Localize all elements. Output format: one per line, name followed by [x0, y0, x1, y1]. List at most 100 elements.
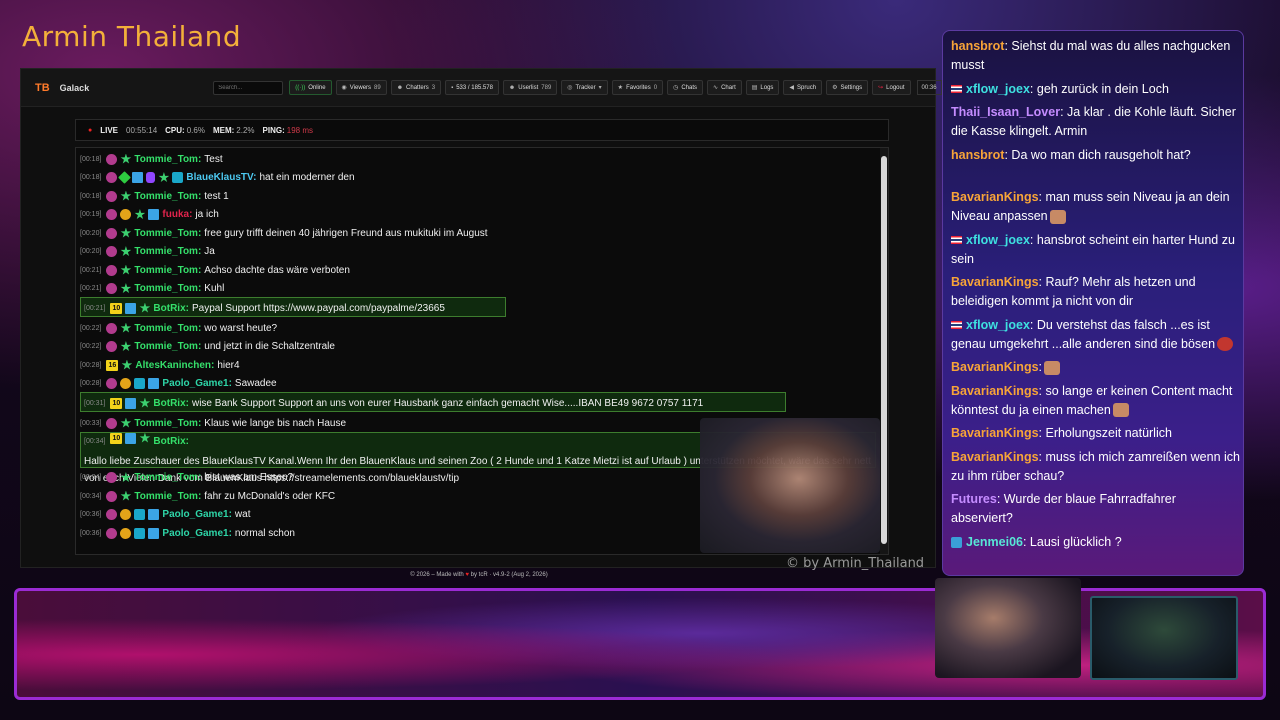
- chat-message[interactable]: [00:36] Paolo_Game1: normal schon: [80, 524, 295, 542]
- chat-message[interactable]: [00:22] Tommie_Tom: wo warst heute?: [80, 319, 277, 337]
- pink-badge-icon: [106, 209, 118, 220]
- purple-badge-icon: [146, 172, 156, 183]
- nav-tracker-button[interactable]: ◎ Tracker ▾: [561, 80, 608, 95]
- gold-badge-icon: [120, 509, 132, 520]
- message-text: Ja: [204, 246, 215, 257]
- chat-message[interactable]: [00:18] Tommie_Tom: test 1: [80, 187, 229, 205]
- angry-emote-icon: [1217, 337, 1234, 352]
- chat-message[interactable]: [00:34] Tommie_Tom: fahr zu McDonald's ode…: [80, 487, 335, 505]
- nav-chatters-button[interactable]: ☻ Chatters 3: [390, 80, 442, 95]
- overlay-chat-message: xflow_joex: hansbrot scheint ein harter …: [951, 231, 1241, 269]
- message-username[interactable]: Paolo_Game1:: [162, 528, 231, 539]
- star-badge-icon: [120, 246, 132, 257]
- nav-count: 89: [374, 84, 381, 91]
- nav-favorites-button[interactable]: ★ Favorites 0: [611, 80, 664, 95]
- chat-message[interactable]: [00:31] 10 BotRix: wise Bank Support Suppor…: [84, 394, 703, 412]
- chat-scrollbar[interactable]: [880, 148, 888, 554]
- pink-badge-icon: [106, 190, 118, 202]
- overlay-chat-message: hansbrot: Da wo man dich rausgeholt hat?: [951, 146, 1241, 165]
- message-timestamp: [00:34]: [80, 492, 102, 500]
- nav-online-button[interactable]: ((·)) Online: [289, 80, 332, 95]
- overlay-message-text: : Da wo man dich rausgeholt hat?: [1004, 147, 1191, 162]
- chat-message[interactable]: [00:28] Paolo_Game1: Sawadee: [80, 375, 277, 393]
- message-timestamp: [00:19]: [80, 211, 102, 218]
- message-username[interactable]: Tommie_Tom:: [134, 472, 201, 483]
- nav-settings-button[interactable]: ⚙ Settings: [826, 80, 869, 95]
- message-timestamp: [00:28]: [80, 380, 102, 387]
- message-timestamp: [00:36]: [80, 529, 102, 537]
- search-input[interactable]: [213, 80, 284, 95]
- online-icon: ((·)): [295, 84, 306, 91]
- nav-chats-button[interactable]: ◷ Chats: [667, 80, 704, 95]
- overlay-username: hansbrot: [951, 39, 1005, 53]
- message-text: Sawadee: [234, 378, 277, 389]
- face-emote-icon: [1112, 403, 1129, 418]
- message-username[interactable]: Tommie_Tom:: [134, 491, 201, 502]
- message-username[interactable]: Paolo_Game1:: [162, 378, 231, 389]
- message-timestamp: [00:18]: [80, 174, 102, 181]
- nav-userlist-button[interactable]: ☻ Userlist 789: [502, 80, 558, 95]
- chat-message[interactable]: [00:18] BlaueKlausTV: hat ein moderner den: [80, 169, 355, 187]
- message-username[interactable]: Paolo_Game1:: [162, 509, 231, 520]
- sq-badge-icon: [148, 209, 160, 220]
- nav-logout-button[interactable]: ↪ Logout: [872, 80, 911, 95]
- message-timestamp: [00:18]: [80, 192, 102, 200]
- level-badge-icon: 10: [110, 397, 123, 409]
- chat-message[interactable]: [00:20] Tommie_Tom: Ja: [80, 243, 215, 261]
- overlay-chat-message: BavarianKings: Erholungszeit natürlich: [951, 424, 1241, 443]
- chat-message[interactable]: [00:28] 16 AltesKaninchen: hier4: [80, 356, 240, 374]
- message-text: Achso dachte das wäre verboten: [204, 264, 350, 276]
- star-icon: ★: [617, 85, 624, 91]
- message-username[interactable]: Tommie_Tom:: [134, 228, 201, 239]
- overlay-chat-message: Futures: Wurde der blaue Fahrradfahrer a…: [951, 490, 1241, 528]
- message-username[interactable]: fuuka:: [162, 209, 192, 220]
- message-username[interactable]: BotRix:: [153, 433, 189, 450]
- chat-message[interactable]: [00:21] Tommie_Tom: Achso dachte das wäre …: [80, 261, 350, 279]
- nav-chart-button[interactable]: ∿ Chart: [707, 80, 742, 95]
- message-timestamp: [00:28]: [80, 361, 102, 369]
- nav-label: Logs: [760, 84, 774, 91]
- message-username[interactable]: Tommie_Tom:: [134, 154, 201, 165]
- nav-spruch-button[interactable]: ◀ Spruch: [783, 80, 823, 95]
- gold-badge-icon: [120, 378, 132, 389]
- chat-message[interactable]: [00:36] Paolo_Game1: wat: [80, 506, 250, 524]
- brand-name[interactable]: Galack: [60, 83, 90, 93]
- overlay-chat-box: hansbrot: Siehst du mal was du alles nac…: [942, 30, 1244, 576]
- streamer-title: Armin Thailand: [22, 20, 242, 53]
- brand-logo-icon[interactable]: TB: [35, 80, 50, 96]
- overlay-chat-message: hansbrot: Siehst du mal was du alles nac…: [951, 37, 1241, 75]
- chat-message[interactable]: [00:18] Tommie_Tom: Test: [80, 150, 223, 168]
- chat-message[interactable]: [00:22] Tommie_Tom: und jetzt in die Schal…: [80, 338, 335, 356]
- chat-message[interactable]: [00:20] Tommie_Tom: free gury trifft deine…: [80, 224, 488, 242]
- star-badge-icon: [120, 264, 132, 275]
- message-username[interactable]: Tommie_Tom:: [134, 191, 201, 202]
- cyan-badge-icon: [134, 378, 146, 389]
- message-username[interactable]: BlaueKlausTV:: [186, 172, 256, 183]
- message-username[interactable]: Tommie_Tom:: [134, 246, 201, 257]
- message-username[interactable]: Tommie_Tom:: [134, 265, 201, 276]
- message-username[interactable]: Tommie_Tom:: [134, 283, 201, 294]
- green-badge-icon: [118, 171, 132, 184]
- message-username[interactable]: BotRix:: [153, 303, 189, 314]
- message-username[interactable]: Tommie_Tom:: [134, 341, 201, 352]
- message-username[interactable]: BotRix:: [153, 398, 189, 409]
- overlay-username: BavarianKings: [951, 426, 1039, 440]
- message-username[interactable]: Tommie_Tom:: [134, 323, 201, 334]
- chat-message[interactable]: [00:19] fuuka: ja ich: [80, 206, 219, 224]
- overlay-username: xflow_joex: [966, 232, 1030, 247]
- chat-scrollbar-thumb[interactable]: [881, 156, 887, 544]
- nav-logs-button[interactable]: ▤ Logs: [745, 80, 780, 95]
- chat-message[interactable]: [00:34] Tommie_Tom: bist was am Essen?: [80, 469, 293, 487]
- chat-message[interactable]: [00:21] 10 BotRix: Paypal Support https://w…: [84, 299, 445, 317]
- nav-viewers-button[interactable]: ◉ Viewers 89: [335, 80, 387, 95]
- message-username[interactable]: Tommie_Tom:: [134, 418, 201, 429]
- message-text: test 1: [204, 190, 229, 202]
- nav-533-185-578-button[interactable]: ▪ 533 / 185.578: [445, 80, 499, 95]
- pink-badge-icon: [106, 322, 118, 334]
- message-username[interactable]: AltesKaninchen:: [135, 360, 214, 371]
- overlay-chat-message: BavarianKings: muss ich mich zamreißen w…: [951, 448, 1241, 486]
- pink-badge-icon: [106, 227, 118, 239]
- star-badge-icon: [134, 209, 146, 220]
- chat-message[interactable]: [00:21] Tommie_Tom: Kuhl: [80, 280, 224, 298]
- nav-count: 789: [541, 84, 552, 91]
